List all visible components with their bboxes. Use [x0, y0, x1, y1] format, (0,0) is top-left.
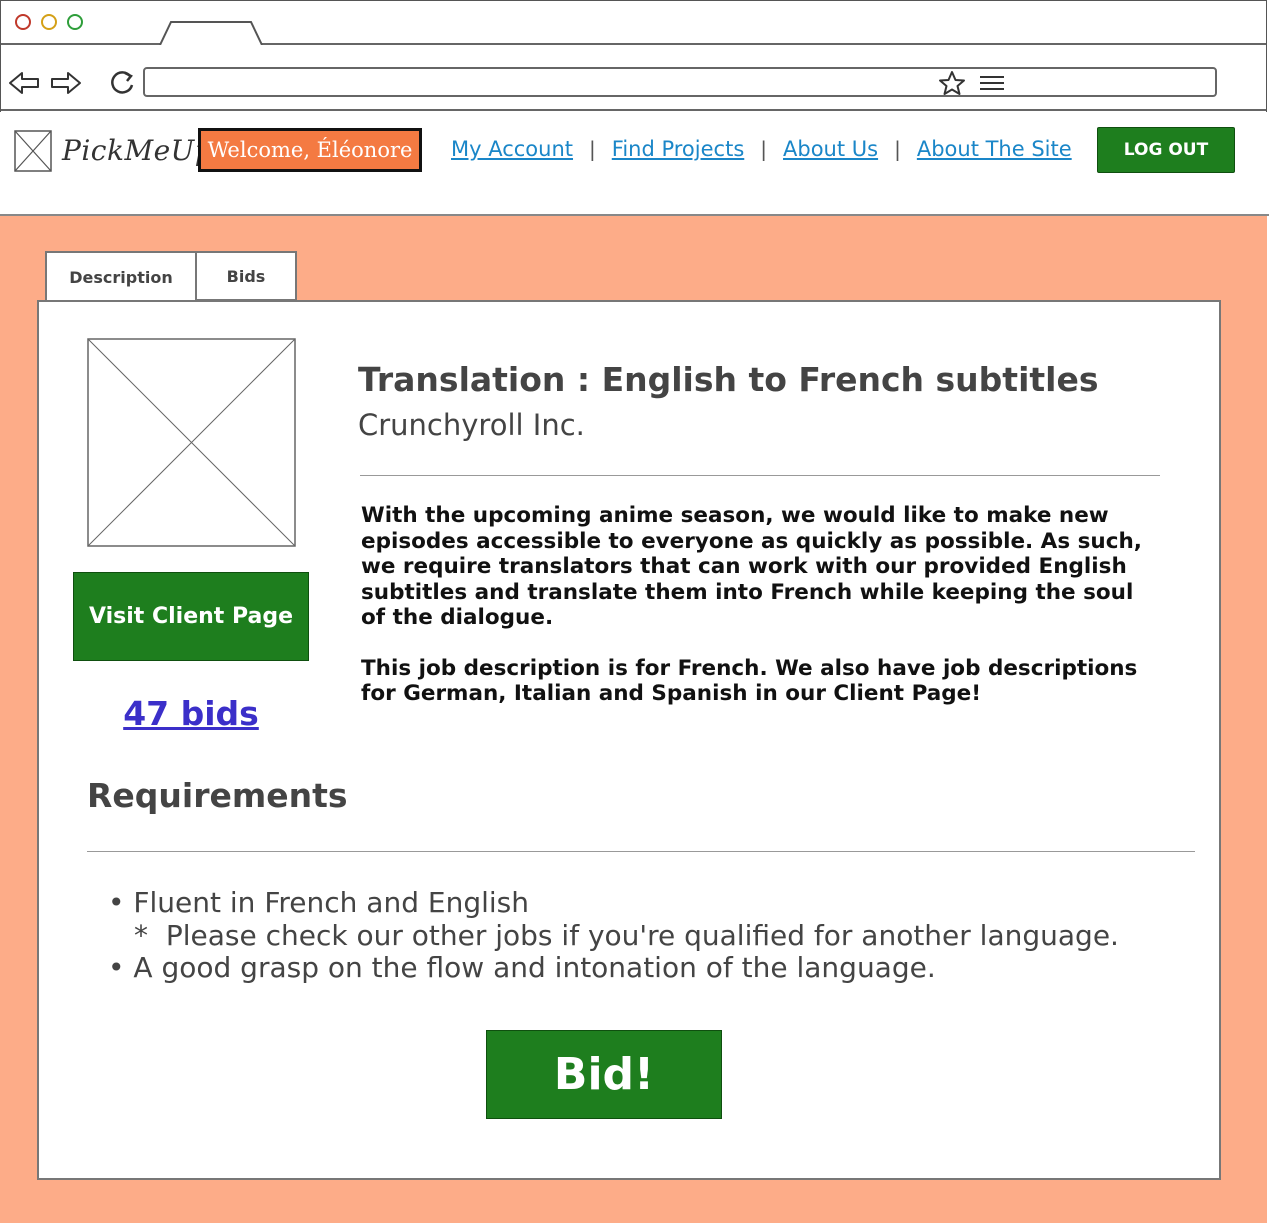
forward-arrow-icon[interactable] — [48, 68, 84, 98]
requirements-list: • Fluent in French and English * Please … — [108, 886, 1119, 985]
nav-separator: | — [894, 137, 901, 161]
bid-button[interactable]: Bid! — [486, 1030, 722, 1119]
company-name: Crunchyroll Inc. — [358, 408, 585, 442]
description-paragraph: With the upcoming anime season, we would… — [361, 503, 1142, 630]
close-window-button[interactable] — [15, 14, 31, 30]
site-nav: My Account | Find Projects | About Us | … — [451, 137, 1072, 161]
site-logo-text[interactable]: PickMeUp — [62, 134, 213, 167]
description-paragraph: This job description is for French. We a… — [361, 655, 1138, 707]
nav-about-us-link[interactable]: About Us — [783, 137, 878, 161]
requirement-text: A good grasp on the flow and intonation … — [133, 951, 936, 984]
browser-tab[interactable] — [159, 21, 263, 45]
list-subitem: * Please check our other jobs if you're … — [134, 918, 1119, 952]
nav-my-account-link[interactable]: My Account — [451, 137, 573, 161]
visit-client-page-button[interactable]: Visit Client Page — [73, 572, 309, 661]
divider — [360, 475, 1160, 476]
address-bar[interactable] — [143, 67, 1217, 97]
job-description: With the upcoming anime season, we would… — [361, 503, 1161, 732]
nav-about-site-link[interactable]: About The Site — [917, 137, 1072, 161]
tab-description[interactable]: Description — [45, 251, 197, 301]
tab-bids[interactable]: Bids — [195, 251, 297, 301]
star-icon[interactable] — [938, 70, 966, 96]
menu-icon[interactable] — [978, 74, 1006, 92]
list-item: • A good grasp on the flow and intonatio… — [108, 951, 936, 984]
browser-titlebar — [1, 1, 1266, 45]
nav-separator: | — [760, 137, 768, 161]
logout-button[interactable]: LOG OUT — [1097, 127, 1235, 173]
requirements-heading: Requirements — [87, 776, 348, 815]
job-title: Translation : English to French subtitle… — [358, 360, 1099, 399]
welcome-banner: Welcome, Éléonore — [198, 128, 422, 172]
job-image-placeholder — [87, 338, 296, 547]
nav-find-projects-link[interactable]: Find Projects — [612, 137, 745, 161]
back-arrow-icon[interactable] — [6, 68, 42, 98]
refresh-icon[interactable] — [104, 68, 140, 98]
list-item: • Fluent in French and English — [108, 886, 529, 919]
nav-separator: | — [589, 137, 596, 161]
maximize-window-button[interactable] — [67, 14, 83, 30]
logo-image-placeholder — [14, 130, 52, 172]
requirement-note: Please check our other jobs if you're qu… — [165, 918, 1119, 952]
bids-count-link[interactable]: 47 bids — [73, 694, 309, 733]
requirement-text: Fluent in French and English — [133, 886, 529, 919]
minimize-window-button[interactable] — [41, 14, 57, 30]
divider — [87, 851, 1195, 852]
